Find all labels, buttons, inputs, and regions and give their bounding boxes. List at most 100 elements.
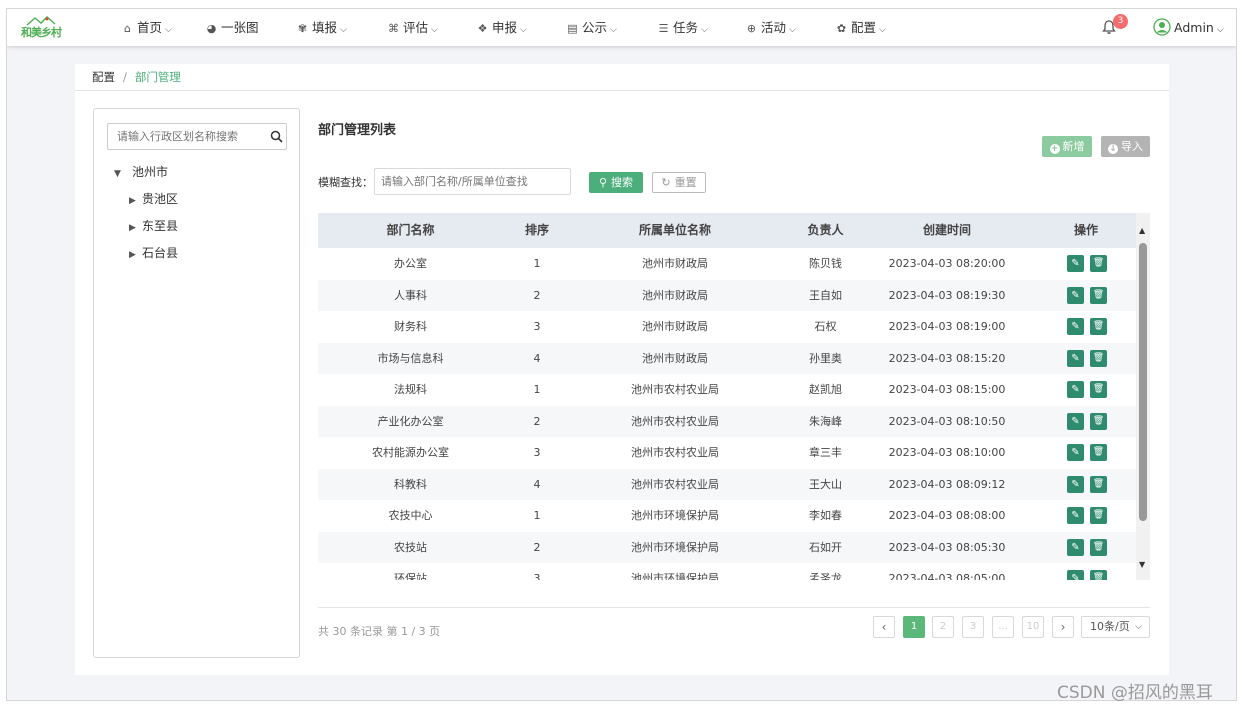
trash-icon[interactable]: 🗑 [1090, 349, 1107, 367]
nav-map[interactable]: ◕ 一张图 [205, 9, 259, 46]
nav-assess[interactable]: ⌘ 评估 ⌵ [387, 9, 438, 46]
prev-page-button[interactable]: ‹ [873, 616, 895, 638]
notification-badge: 3 [1113, 14, 1128, 29]
app-window: 和美乡村 ⌂ 首页 ⌵ ◕ 一张图 ✾ 填报 ⌵ ⌘ 评估 ⌵ ❖ 申报 ⌵ ▤ 公示 ⌵ ☰ 任务 ⌵ … [6, 8, 1237, 701]
edit-icon[interactable]: ✎ [1067, 412, 1084, 430]
edit-icon[interactable]: ✎ [1067, 381, 1084, 398]
trash-icon[interactable]: 🗑 [1090, 475, 1107, 493]
tree-node-dongzhi[interactable]: ▶ 东至县 [129, 217, 178, 234]
edit-icon[interactable]: ✎ [1067, 286, 1084, 304]
page-ellipsis[interactable]: ... [992, 616, 1014, 638]
header-unit[interactable]: 所属单位名称 [571, 213, 779, 248]
scroll-up-icon[interactable]: ▲ [1139, 226, 1145, 235]
trash-icon[interactable]: 🗑 [1090, 444, 1107, 461]
breadcrumb-parent[interactable]: 配置 [92, 70, 115, 84]
cell-sort: 2 [533, 540, 541, 554]
filter-input[interactable] [374, 168, 571, 195]
edit-icon[interactable]: ✎ [1067, 475, 1084, 493]
logo[interactable]: 和美乡村 [21, 16, 69, 40]
avatar-icon[interactable] [1153, 18, 1171, 36]
edit-icon[interactable]: ✎ [1067, 507, 1084, 524]
tree-search-input[interactable] [107, 123, 287, 150]
breadcrumb: 配置 / 部门管理 [75, 64, 1169, 91]
search-button[interactable]: ⚲ 搜索 [589, 172, 643, 193]
trash-icon[interactable]: 🗑 [1090, 381, 1107, 398]
edit-icon[interactable]: ✎ [1067, 318, 1084, 335]
scrollbar-thumb[interactable] [1139, 243, 1147, 521]
header-sort[interactable]: 排序 [503, 213, 571, 248]
header-owner[interactable]: 负责人 [779, 213, 872, 248]
page-title: 部门管理列表 [318, 123, 397, 138]
cell-unit: 池州市财政局 [642, 288, 708, 302]
table-row: 法规科 1 池州市农村农业局 赵凯旭 2023-04-03 08:15:00 ✎ 🗑 [318, 374, 1136, 406]
search-icon[interactable] [270, 130, 283, 143]
trash-icon[interactable]: 🗑 [1090, 507, 1107, 524]
nav-publicity[interactable]: ▤ 公示 ⌵ [566, 9, 617, 46]
cell-unit: 池州市财政局 [642, 320, 708, 333]
page-button-1[interactable]: 1 [903, 616, 925, 638]
reset-button[interactable]: ↻ 重置 [652, 172, 706, 193]
breadcrumb-separator: / [123, 70, 127, 84]
page-size-select[interactable]: 10条/页 ⌵ [1081, 616, 1150, 638]
cell-created: 2023-04-03 08:20:00 [888, 257, 1006, 270]
import-button[interactable]: ↓ 导入 [1101, 136, 1150, 157]
cell-created: 2023-04-03 08:15:00 [888, 383, 1006, 396]
cell-dept-name: 环保站 [394, 572, 427, 580]
chevron-down-icon: ⌵ [610, 25, 617, 35]
table-scrollbar[interactable]: ▲ ▼ [1136, 213, 1150, 580]
edit-icon[interactable]: ✎ [1067, 538, 1084, 556]
refresh-icon: ↻ [661, 176, 671, 189]
lifebuoy-icon: ⊕ [746, 22, 757, 35]
page-button-2[interactable]: 2 [932, 616, 954, 638]
cell-owner: 朱海峰 [809, 414, 842, 428]
caret-right-icon: ▶ [129, 250, 136, 260]
nav-home[interactable]: ⌂ 首页 ⌵ [121, 9, 172, 46]
edit-icon[interactable]: ✎ [1067, 570, 1084, 580]
scroll-down-icon[interactable]: ▼ [1139, 560, 1145, 569]
cell-unit: 池州市农村农业局 [631, 446, 719, 459]
nav-activity[interactable]: ⊕ 活动 ⌵ [745, 9, 796, 46]
trash-icon[interactable]: 🗑 [1090, 318, 1107, 335]
table-row: 财务科 3 池州市财政局 石权 2023-04-03 08:19:00 ✎ 🗑 [318, 311, 1136, 343]
nav-fill[interactable]: ✾ 填报 ⌵ [296, 9, 347, 46]
cell-dept-name: 科教科 [394, 477, 427, 491]
trash-icon[interactable]: 🗑 [1090, 412, 1107, 430]
cell-dept-name: 法规科 [394, 383, 427, 396]
chevron-down-icon: ⌵ [1216, 25, 1224, 35]
page-button-10[interactable]: 10 [1022, 616, 1044, 638]
cell-created: 2023-04-03 08:10:50 [888, 414, 1006, 428]
layers-icon: ❖ [477, 22, 488, 35]
tree-node-shitai[interactable]: ▶ 石台县 [129, 244, 178, 261]
cell-sort: 4 [533, 351, 541, 365]
edit-icon[interactable]: ✎ [1067, 255, 1084, 272]
header-dept-name[interactable]: 部门名称 [318, 213, 503, 248]
user-menu[interactable]: Admin ⌵ [1174, 9, 1224, 49]
tree-node-guichi[interactable]: ▶ 贵池区 [129, 190, 178, 207]
nav-config[interactable]: ✿ 配置 ⌵ [835, 9, 886, 46]
tree-node-root[interactable]: ▼ 池州市 [114, 163, 168, 180]
next-page-button[interactable]: › [1052, 616, 1074, 638]
cell-sort: 1 [533, 383, 541, 396]
cell-sort: 3 [533, 320, 541, 333]
chevron-down-icon: ⌵ [879, 25, 886, 35]
edit-icon[interactable]: ✎ [1067, 349, 1084, 367]
header-actions: 操作 [1073, 223, 1098, 237]
chevron-down-icon: ⌵ [431, 25, 438, 35]
nav-task[interactable]: ☰ 任务 ⌵ [657, 9, 708, 46]
nav-declare[interactable]: ❖ 申报 ⌵ [476, 9, 527, 46]
trash-icon[interactable]: 🗑 [1090, 255, 1107, 272]
search-icon: ⚲ [598, 176, 608, 189]
header-created[interactable]: 创建时间 [872, 213, 1022, 248]
page-button-3[interactable]: 3 [962, 616, 984, 638]
chevron-down-icon: ⌵ [165, 25, 172, 35]
watermark: CSDN @招风的黑耳 [1057, 683, 1213, 703]
trash-icon[interactable]: 🗑 [1090, 286, 1107, 304]
edit-icon[interactable]: ✎ [1067, 444, 1084, 461]
trash-icon[interactable]: 🗑 [1090, 538, 1107, 556]
trash-icon[interactable]: 🗑 [1090, 570, 1107, 580]
cell-owner: 章三丰 [809, 446, 842, 459]
cell-sort: 1 [533, 257, 541, 270]
add-button[interactable]: + 新增 [1042, 136, 1092, 157]
gear-icon: ✿ [836, 22, 847, 35]
table-body: 办公室 1 池州市财政局 陈贝钱 2023-04-03 08:20:00 ✎ 🗑 人事科 2 池州… [318, 248, 1136, 580]
